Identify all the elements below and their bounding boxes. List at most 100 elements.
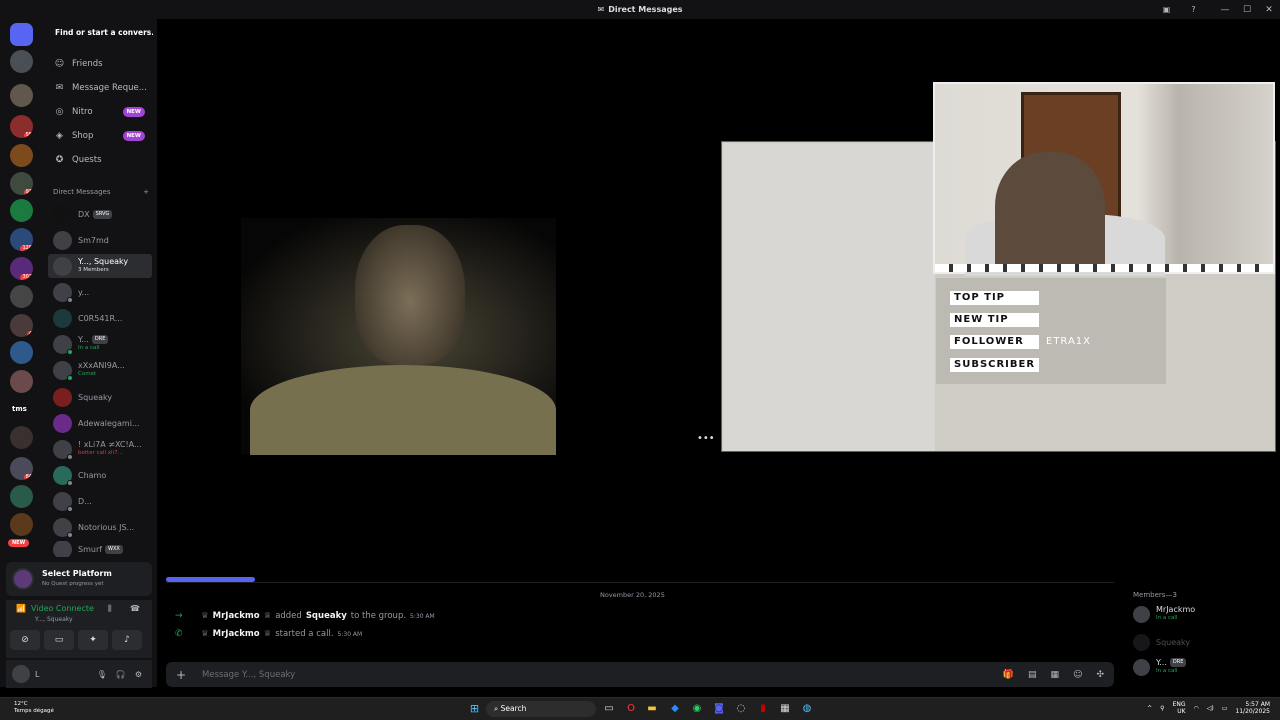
arrow-right-icon: →: [175, 611, 183, 621]
headphones-icon[interactable]: 🎧: [116, 670, 126, 679]
member-item[interactable]: Y... DRE In a call: [1133, 658, 1187, 676]
dm-item[interactable]: Notorious JS...: [48, 515, 152, 539]
app-icon[interactable]: ▮: [756, 702, 770, 716]
alert-label-follower: FOLLOWER: [950, 335, 1039, 349]
server-icon[interactable]: [10, 370, 33, 393]
server-icon[interactable]: [10, 285, 33, 308]
dm-item[interactable]: Y... DRE In a call: [48, 332, 152, 356]
clock[interactable]: 5:57 AM 11/20/2025: [1235, 701, 1270, 715]
new-badge: NEW: [122, 107, 145, 117]
apps-icon[interactable]: ✣: [1096, 670, 1104, 680]
discord-home-icon[interactable]: [10, 23, 33, 46]
maximize-button[interactable]: ☐: [1236, 5, 1258, 15]
soundboard-button[interactable]: ♪: [112, 630, 142, 650]
store-icon[interactable]: ◆: [668, 702, 682, 716]
battery-icon[interactable]: ▭: [1222, 705, 1228, 712]
emoji-icon[interactable]: ☺: [1073, 670, 1082, 680]
dm-item[interactable]: xXxANI9A... Comet: [48, 358, 152, 382]
dm-item[interactable]: Adewalegami...: [48, 411, 152, 435]
user-name[interactable]: L: [35, 670, 39, 679]
nav-quests[interactable]: ✪ Quests: [48, 150, 153, 170]
avatar[interactable]: [12, 665, 30, 683]
alert-label-top-tip: TOP TIP: [950, 291, 1039, 305]
friends-icon: ☺: [54, 59, 65, 69]
camera-off-button[interactable]: ⊘: [10, 630, 40, 650]
close-button[interactable]: ✕: [1258, 5, 1280, 15]
whatsapp-icon[interactable]: ◉: [690, 702, 704, 716]
voice-channel[interactable]: Y..., Squeaky: [35, 616, 73, 623]
find-conversation-button[interactable]: Find or start a convers...: [49, 24, 153, 42]
create-dm-icon[interactable]: +: [143, 188, 149, 196]
dm-item[interactable]: D...: [48, 489, 152, 513]
avatar: [53, 541, 72, 557]
app-icon[interactable]: ▦: [778, 702, 792, 716]
settings-icon[interactable]: ⚙: [135, 670, 142, 679]
nav-friends[interactable]: ☺ Friends: [48, 54, 153, 74]
clan-tag: SRVG: [92, 209, 113, 219]
nav-message-requests[interactable]: ✉ Message Reque...: [48, 78, 153, 98]
mention-badge: 4: [26, 331, 33, 337]
new-servers-pill[interactable]: NEW: [8, 539, 30, 547]
dm-item[interactable]: Chamo: [48, 463, 152, 487]
dm-item[interactable]: Squeaky: [48, 385, 152, 409]
language-indicator[interactable]: ENG UK: [1173, 701, 1186, 715]
dm-item[interactable]: ! xLi7A ≠XC!A... better call xli7...: [48, 437, 152, 461]
gif-icon[interactable]: ▤: [1028, 670, 1037, 680]
server-icon[interactable]: 84: [10, 457, 33, 480]
microphone-icon[interactable]: 🎙: [97, 670, 107, 679]
mention-badge: 307: [20, 274, 33, 280]
avatar: [53, 491, 73, 512]
server-icon[interactable]: [10, 144, 33, 167]
server-label[interactable]: tms: [12, 405, 27, 413]
server-icon[interactable]: [10, 84, 33, 107]
attach-plus-icon[interactable]: +: [174, 668, 188, 682]
server-icon[interactable]: 307: [10, 257, 33, 280]
nav-nitro[interactable]: ◎ Nitro NEW: [48, 102, 153, 122]
server-icon[interactable]: [10, 341, 33, 364]
quest-card[interactable]: Select Platform No Quest progress yet: [6, 562, 152, 596]
taskbar-search[interactable]: ⌕ Search: [486, 701, 596, 717]
member-item[interactable]: Squeaky: [1133, 634, 1190, 651]
voice-status[interactable]: Video Connecte: [31, 604, 94, 613]
dm-item[interactable]: Sm7md: [48, 228, 152, 252]
chevron-up-icon[interactable]: ^: [1147, 705, 1152, 712]
activities-button[interactable]: ✦: [78, 630, 108, 650]
message-input[interactable]: Message Y..., Squeaky: [202, 670, 295, 680]
dm-item-active[interactable]: Y..., Squeaky 3 Members: [48, 254, 152, 278]
dm-item[interactable]: DX SRVG: [48, 202, 152, 226]
more-options-icon[interactable]: •••: [697, 433, 715, 444]
windows-start-icon[interactable]: ⊞: [468, 702, 481, 715]
app-icon[interactable]: ◍: [800, 702, 814, 716]
noise-suppression-icon[interactable]: ⫼: [108, 604, 112, 614]
server-icon[interactable]: [10, 199, 33, 222]
server-icon[interactable]: 128: [10, 228, 33, 251]
discord-taskbar-icon[interactable]: ◙: [712, 702, 726, 716]
dm-item[interactable]: C0R541R...: [48, 306, 152, 330]
member-item[interactable]: MrJackmo In a call: [1133, 605, 1195, 623]
disconnect-icon[interactable]: ☎: [130, 604, 140, 613]
server-icon[interactable]: [10, 426, 33, 449]
wifi-icon[interactable]: ◠: [1194, 705, 1199, 712]
sticker-icon[interactable]: ▦: [1051, 670, 1060, 680]
minimize-button[interactable]: —: [1214, 5, 1236, 15]
usb-icon[interactable]: ⚲: [1160, 705, 1164, 712]
dm-item[interactable]: y...: [48, 280, 152, 304]
app-icon[interactable]: ◌: [734, 702, 748, 716]
screen-share-button[interactable]: ▭: [44, 630, 74, 650]
task-view-icon[interactable]: ▭: [602, 702, 616, 716]
server-icon[interactable]: 4: [10, 314, 33, 337]
nav-shop[interactable]: ◈ Shop NEW: [48, 126, 153, 146]
server-icon[interactable]: 55: [10, 115, 33, 138]
file-explorer-icon[interactable]: ▬: [645, 702, 659, 716]
server-icon[interactable]: 93: [10, 172, 33, 195]
inbox-icon[interactable]: ▣: [1160, 3, 1173, 16]
server-icon[interactable]: [10, 485, 33, 508]
server-icon[interactable]: [10, 513, 33, 536]
volume-icon[interactable]: ◁): [1207, 705, 1214, 712]
weather-widget[interactable]: 12°C Temps dégagé: [14, 701, 54, 715]
server-icon[interactable]: [10, 50, 33, 73]
opera-icon[interactable]: O: [624, 702, 638, 716]
gift-icon[interactable]: 🎁: [1003, 670, 1014, 680]
help-icon[interactable]: ?: [1187, 3, 1200, 16]
dm-item[interactable]: Smurf WXX: [48, 541, 152, 557]
